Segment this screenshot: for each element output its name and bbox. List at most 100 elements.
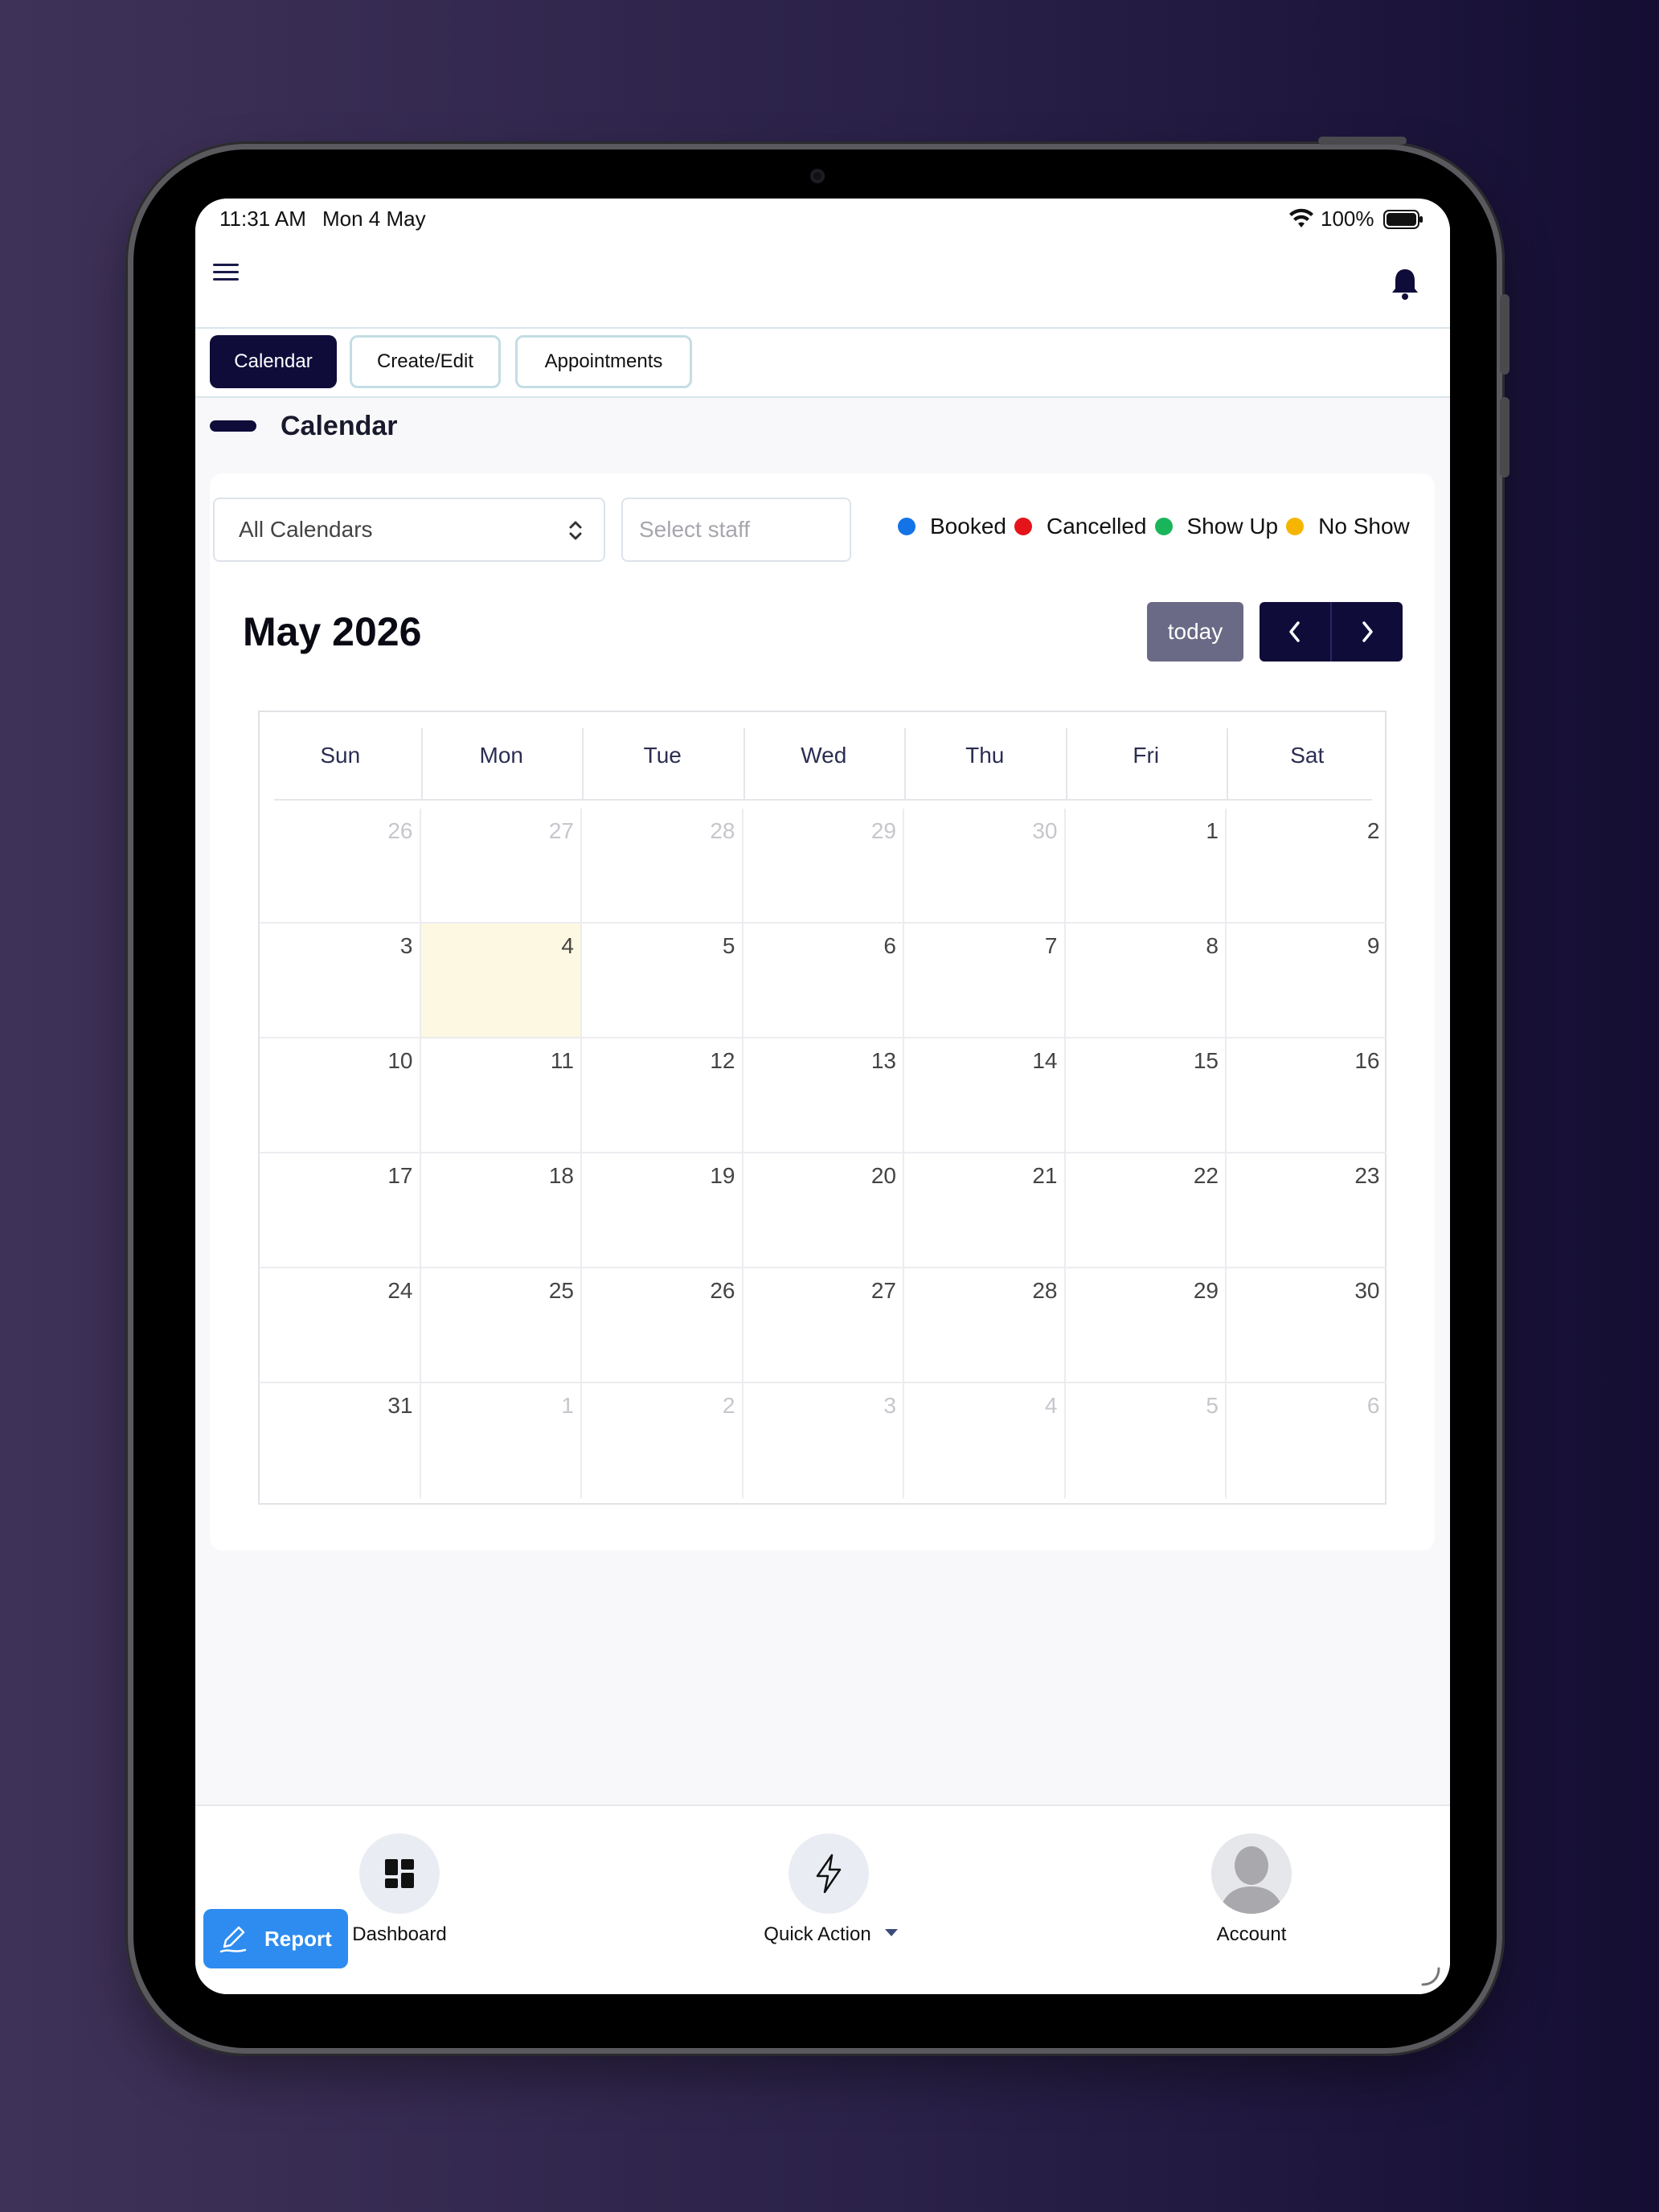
day-number: 2: [722, 1393, 735, 1418]
dashboard-nav-button[interactable]: [359, 1833, 440, 1914]
caret-down-icon[interactable]: [884, 1928, 899, 1938]
calendar-day-cell[interactable]: 22: [1065, 1153, 1227, 1268]
calendar-day-cell[interactable]: 27: [743, 1268, 904, 1383]
calendar-select[interactable]: All Calendars: [213, 498, 605, 562]
day-number: 30: [1032, 818, 1058, 843]
calendar-day-cell[interactable]: 2: [582, 1383, 743, 1498]
weekday-label: Sat: [1290, 743, 1325, 768]
calendar-day-cell[interactable]: 20: [743, 1153, 904, 1268]
calendar-day-cell[interactable]: 16: [1227, 1038, 1387, 1153]
legend-label: Booked: [930, 514, 1006, 539]
next-month-button[interactable]: [1332, 602, 1403, 662]
calendar-day-cell[interactable]: 3: [260, 924, 421, 1038]
calendar-day-cell[interactable]: 9: [1227, 924, 1387, 1038]
calendar-day-cell[interactable]: 30: [904, 809, 1066, 924]
weekday-separator: [420, 728, 423, 801]
app-header: [195, 240, 1450, 329]
dashboard-label: Dashboard: [352, 1923, 447, 1945]
calendar-day-cell[interactable]: 21: [904, 1153, 1066, 1268]
day-number: 13: [870, 1048, 896, 1073]
calendar-day-cell[interactable]: 13: [743, 1038, 904, 1153]
weekday-label: Sun: [320, 743, 361, 768]
wifi-icon: [1289, 208, 1313, 227]
front-camera: [810, 169, 825, 183]
day-number: 4: [561, 933, 574, 958]
day-number: 8: [1206, 933, 1219, 958]
legend-dot: [1014, 518, 1032, 535]
calendar-day-cell[interactable]: 31: [260, 1383, 421, 1498]
calendar-day-cell[interactable]: 26: [582, 1268, 743, 1383]
month-calendar-grid: Sun Mon Tue Wed Thu Fri Sat 26 27 28 29 30 1 2 3 4 5 6 7 8…: [258, 711, 1387, 1505]
select-updown-icon: [569, 521, 582, 540]
legend-dot: [1154, 518, 1173, 535]
legend-dot: [1286, 518, 1305, 535]
notification-bell-icon[interactable]: [1391, 268, 1419, 300]
calendar-day-cell[interactable]: 19: [582, 1153, 743, 1268]
weekday-label: Wed: [801, 743, 847, 768]
legend-label: Cancelled: [1046, 514, 1147, 539]
day-number: 16: [1354, 1048, 1380, 1073]
calendar-day-cell[interactable]: 24: [260, 1268, 421, 1383]
weekday-label: Mon: [479, 743, 523, 768]
calendar-day-cell[interactable]: 28: [582, 809, 743, 924]
status-legend: Booked Cancelled Show Up No Show: [898, 512, 1418, 541]
calendar-day-cell[interactable]: 6: [1227, 1383, 1387, 1498]
calendar-day-cell[interactable]: 26: [260, 809, 421, 924]
page-title: Calendar: [281, 411, 398, 441]
calendar-day-cell[interactable]: 8: [1065, 924, 1227, 1038]
calendar-day-cell[interactable]: 17: [260, 1153, 421, 1268]
calendar-day-cell[interactable]: 25: [420, 1268, 582, 1383]
calendar-day-cell[interactable]: 30: [1227, 1268, 1387, 1383]
weekday-label: Thu: [965, 743, 1005, 768]
day-number: 25: [548, 1278, 574, 1303]
calendar-day-cell[interactable]: 5: [1066, 1383, 1227, 1498]
calendar-day-cell[interactable]: 7: [904, 924, 1066, 1038]
calendar-day-cell[interactable]: 3: [743, 1383, 904, 1498]
day-number: 28: [710, 818, 735, 843]
legend-dot: [898, 518, 916, 535]
calendar-day-cell[interactable]: 27: [420, 809, 582, 924]
day-number: 2: [1366, 818, 1380, 843]
day-number: 15: [1193, 1048, 1219, 1073]
calendar-day-cell[interactable]: 1: [1065, 809, 1227, 924]
legend-item: Booked: [898, 514, 1006, 539]
calendar-day-cell[interactable]: 29: [743, 809, 904, 924]
day-number: 27: [548, 818, 574, 843]
quick-action-label[interactable]: Quick Action: [745, 1923, 890, 1946]
calendar-day-cell[interactable]: 28: [904, 1268, 1066, 1383]
app-screen: 11:31 AM Mon 4 May 100% Calendar Create/…: [195, 199, 1450, 1994]
staff-select-input[interactable]: [621, 498, 851, 562]
calendar-day-cell[interactable]: 18: [420, 1153, 582, 1268]
weekday-label: Fri: [1133, 743, 1160, 768]
calendar-day-cell[interactable]: 5: [582, 924, 743, 1038]
day-number: 3: [399, 933, 413, 958]
calendar-day-cell[interactable]: 10: [260, 1038, 421, 1153]
report-button[interactable]: Report: [203, 1909, 348, 1968]
day-number: 20: [870, 1163, 896, 1188]
tab-appointments[interactable]: Appointments: [515, 335, 692, 388]
prev-month-button[interactable]: [1260, 602, 1332, 662]
calendar-day-cell[interactable]: 6: [743, 924, 904, 1038]
account-nav-button[interactable]: [1211, 1833, 1292, 1914]
calendar-day-cell[interactable]: 4: [904, 1383, 1066, 1498]
weekday-label: Tue: [643, 743, 682, 768]
calendar-day-cell[interactable]: 29: [1065, 1268, 1227, 1383]
calendar-day-cell[interactable]: 2: [1227, 809, 1387, 924]
today-button[interactable]: today: [1147, 602, 1243, 662]
tab-calendar[interactable]: Calendar: [210, 335, 337, 388]
calendar-day-cell[interactable]: 12: [582, 1038, 743, 1153]
calendar-day-cell[interactable]: 14: [904, 1038, 1066, 1153]
resize-handle-icon[interactable]: [1418, 1964, 1442, 1988]
calendar-day-cell[interactable]: 1: [421, 1383, 582, 1498]
status-time: 11:31 AM: [219, 207, 306, 231]
day-number: 7: [1044, 933, 1058, 958]
quick-action-nav-button[interactable]: [789, 1833, 869, 1914]
calendar-day-cell[interactable]: 23: [1227, 1153, 1387, 1268]
lightning-icon: [816, 1854, 842, 1894]
calendar-day-cell[interactable]: 11: [420, 1038, 582, 1153]
calendar-day-cell-today[interactable]: 4: [420, 924, 582, 1038]
calendar-day-cell[interactable]: 15: [1065, 1038, 1227, 1153]
tab-create-edit[interactable]: Create/Edit: [350, 335, 501, 388]
hamburger-menu-icon[interactable]: [213, 261, 239, 284]
battery-percent: 100%: [1321, 207, 1374, 231]
